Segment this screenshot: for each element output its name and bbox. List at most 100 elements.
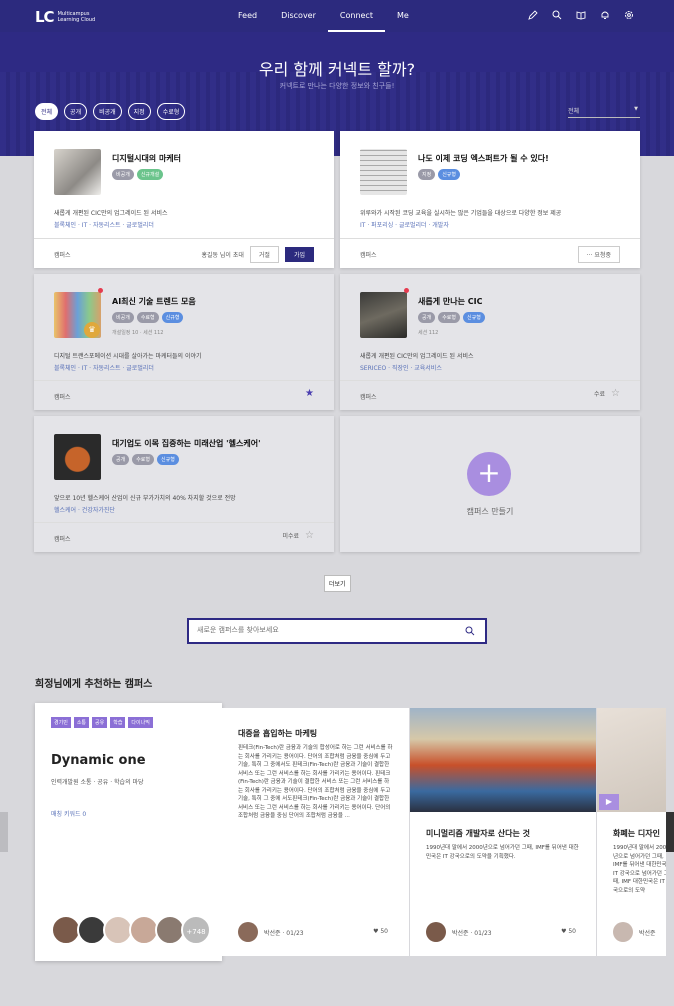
post-author: 박선준 · 01/23	[452, 930, 492, 937]
tag: 경기민	[51, 717, 71, 728]
campus-title: AI최신 기술 트렌드 모음	[112, 297, 196, 306]
campus-thumbnail	[360, 292, 407, 338]
search-icon[interactable]	[465, 626, 475, 636]
campus-title: 새롭게 만나는 CIC	[418, 297, 483, 306]
join-button[interactable]: 가입	[284, 247, 314, 262]
like-count[interactable]: ♥ 50	[561, 928, 576, 935]
nav-me[interactable]: Me	[385, 0, 421, 32]
author-avatar	[426, 922, 446, 942]
nav-connect[interactable]: Connect	[327, 0, 385, 32]
recommended-campus-card[interactable]: 경기민 소통 공유 학습 다이나믹 Dynamic one 인력개발원 소통 ·…	[35, 703, 222, 961]
campus-name: Dynamic one	[51, 753, 146, 768]
filter-assigned[interactable]: 지정	[127, 103, 151, 120]
filter-all[interactable]: 전체	[35, 103, 59, 120]
filter-private[interactable]: 비공개	[93, 103, 122, 120]
campus-title: 나도 이제 코딩 엑스퍼트가 될 수 있다!	[418, 154, 549, 163]
author-avatar	[238, 922, 258, 942]
filter-completion[interactable]: 수료형	[156, 103, 186, 120]
post-title: 화폐는 디자인	[613, 829, 660, 838]
campus-card[interactable]: 디지털시대의 마케터 비공개 신규개설 새롭게 개편된 CIC만의 업그레이드 …	[34, 131, 334, 268]
nav-feed[interactable]: Feed	[226, 0, 269, 32]
campus-keywords: IT · 퍼포리싱 · 글로벌리더 · 개발자	[360, 222, 449, 229]
crown-icon: ♛	[84, 322, 100, 338]
post-footer: 박선준	[613, 922, 666, 942]
post-date: 01/23	[286, 930, 304, 937]
post-card[interactable]: 대중을 흡입하는 마케팅 핀테크(Fin-Tech)란 금융과 기술의 합성어로…	[222, 708, 409, 956]
campus-meta: 개설일정 10 · 세션 112	[112, 330, 164, 336]
tag: 다이나믹	[128, 717, 153, 728]
author-name: 박선준	[639, 930, 656, 937]
bell-icon[interactable]	[600, 10, 610, 20]
nav-discover[interactable]: Discover	[269, 0, 328, 32]
chevron-down-icon: ▼	[634, 106, 638, 112]
campus-description: 새롭게 개편된 CIC만의 업그레이드 된 서비스	[360, 353, 474, 360]
tag: 공개	[418, 312, 436, 323]
campus-description: 위루와가 시작된 코딩 교육을 실시하는 많은 기업들을 대상으로 다양한 정보…	[360, 210, 562, 217]
scroll-left-button[interactable]	[0, 812, 8, 852]
search-icon[interactable]	[552, 10, 562, 20]
campus-keywords: SERICEO · 직장인 · 교육서비스	[360, 365, 442, 372]
logo-mark: LC	[35, 8, 55, 26]
main-nav: Feed Discover Connect Me	[226, 0, 421, 32]
filter-public[interactable]: 공개	[64, 103, 88, 120]
campus-card[interactable]: 대기업도 이목 집중하는 미래산업 '헬스케어' 공개 수료형 신규형 앞으로 …	[34, 416, 334, 552]
load-more-button[interactable]: 더보기	[324, 575, 351, 592]
gear-icon[interactable]	[624, 10, 634, 20]
star-icon[interactable]: ★	[305, 388, 314, 399]
card-footer: 캠퍼스 ★	[34, 380, 334, 410]
book-icon[interactable]	[576, 10, 586, 20]
campus-title: 디지털시대의 마케터	[112, 154, 182, 163]
play-icon[interactable]: ▶	[599, 794, 619, 810]
invite-status: 홍길동 님이 초대	[201, 252, 244, 259]
tag-list: 지정 신규형	[418, 169, 461, 180]
scroll-right-button[interactable]	[666, 812, 674, 852]
search-input[interactable]	[197, 626, 457, 634]
post-date: 01/23	[474, 930, 492, 937]
card-type-label: 캠퍼스	[360, 394, 377, 401]
like-number: 50	[568, 928, 576, 935]
like-count[interactable]: ♥ 50	[373, 928, 388, 935]
hero-subtitle: 커넥트로 만나는 다양한 정보와 친구들!	[279, 82, 395, 90]
author-name: 박선준	[452, 930, 469, 937]
sort-dropdown[interactable]: 전체 ▼	[568, 106, 640, 118]
tag-list: 비공개 수료형 신규형	[112, 312, 184, 323]
recommend-title: 희정님에게 추천하는 캠퍼스	[35, 679, 153, 690]
post-card[interactable]: ▶ 화폐는 디자인 1990년대 말에서 2000년으로 넘어가던 그때, IM…	[597, 708, 666, 956]
star-outline-icon[interactable]: ☆	[305, 530, 314, 541]
tag: 신규형	[463, 312, 485, 323]
create-campus-card[interactable]: + 캠퍼스 만들기	[340, 416, 640, 552]
campus-card[interactable]: 새롭게 만나는 CIC 공개 수료형 신규형 세션 112 새롭게 개편된 CI…	[340, 274, 640, 410]
logo-text: Multicampus Learning Cloud	[57, 11, 96, 23]
campus-title: 대기업도 이목 집중하는 미래산업 '헬스케어'	[112, 439, 261, 448]
card-footer: 캠퍼스 ··· 요청중	[340, 238, 640, 268]
tag: 소통	[73, 717, 90, 728]
campus-thumbnail	[54, 434, 101, 480]
tag-list: 공개 수료형 신규형	[112, 454, 179, 465]
campus-card[interactable]: 나도 이제 코딩 엑스퍼트가 될 수 있다! 지정 신규형 위루와가 시작된 코…	[340, 131, 640, 268]
post-title: 대중을 흡입하는 마케팅	[238, 729, 318, 738]
request-pending-button[interactable]: ··· 요청중	[577, 246, 620, 263]
pencil-icon[interactable]	[528, 10, 538, 20]
tag: 지정	[418, 169, 436, 180]
create-campus-label: 캠퍼스 만들기	[466, 507, 514, 516]
member-count: +748	[181, 915, 211, 945]
campus-card[interactable]: ♛ AI최신 기술 트렌드 모음 비공개 수료형 신규형 개설일정 10 · 세…	[34, 274, 334, 410]
post-title: 미니멀리즘 개발자로 산다는 것	[426, 829, 531, 838]
reject-button[interactable]: 거절	[249, 246, 279, 263]
like-number: 50	[380, 928, 388, 935]
campus-thumbnail	[54, 149, 101, 195]
tag: 수료형	[136, 312, 159, 323]
card-type-label: 캠퍼스	[360, 252, 377, 259]
completion-status: 미수료	[282, 533, 300, 540]
tag: 수료형	[438, 312, 461, 323]
header-icons	[528, 10, 634, 20]
logo[interactable]: LC Multicampus Learning Cloud	[35, 8, 102, 26]
plus-icon[interactable]: +	[467, 452, 511, 496]
card-footer: 캠퍼스 수료 ☆	[340, 380, 640, 410]
campus-search	[187, 618, 487, 644]
top-navigation-bar: LC Multicampus Learning Cloud Feed Disco…	[0, 0, 674, 32]
star-outline-icon[interactable]: ☆	[611, 388, 620, 399]
post-footer: 박선준 · 01/23 ♥ 50	[238, 922, 388, 942]
post-image	[410, 708, 596, 812]
post-card[interactable]: 미니멀리즘 개발자로 산다는 것 1990년대 말에서 2000년으로 넘어가던…	[410, 708, 596, 956]
